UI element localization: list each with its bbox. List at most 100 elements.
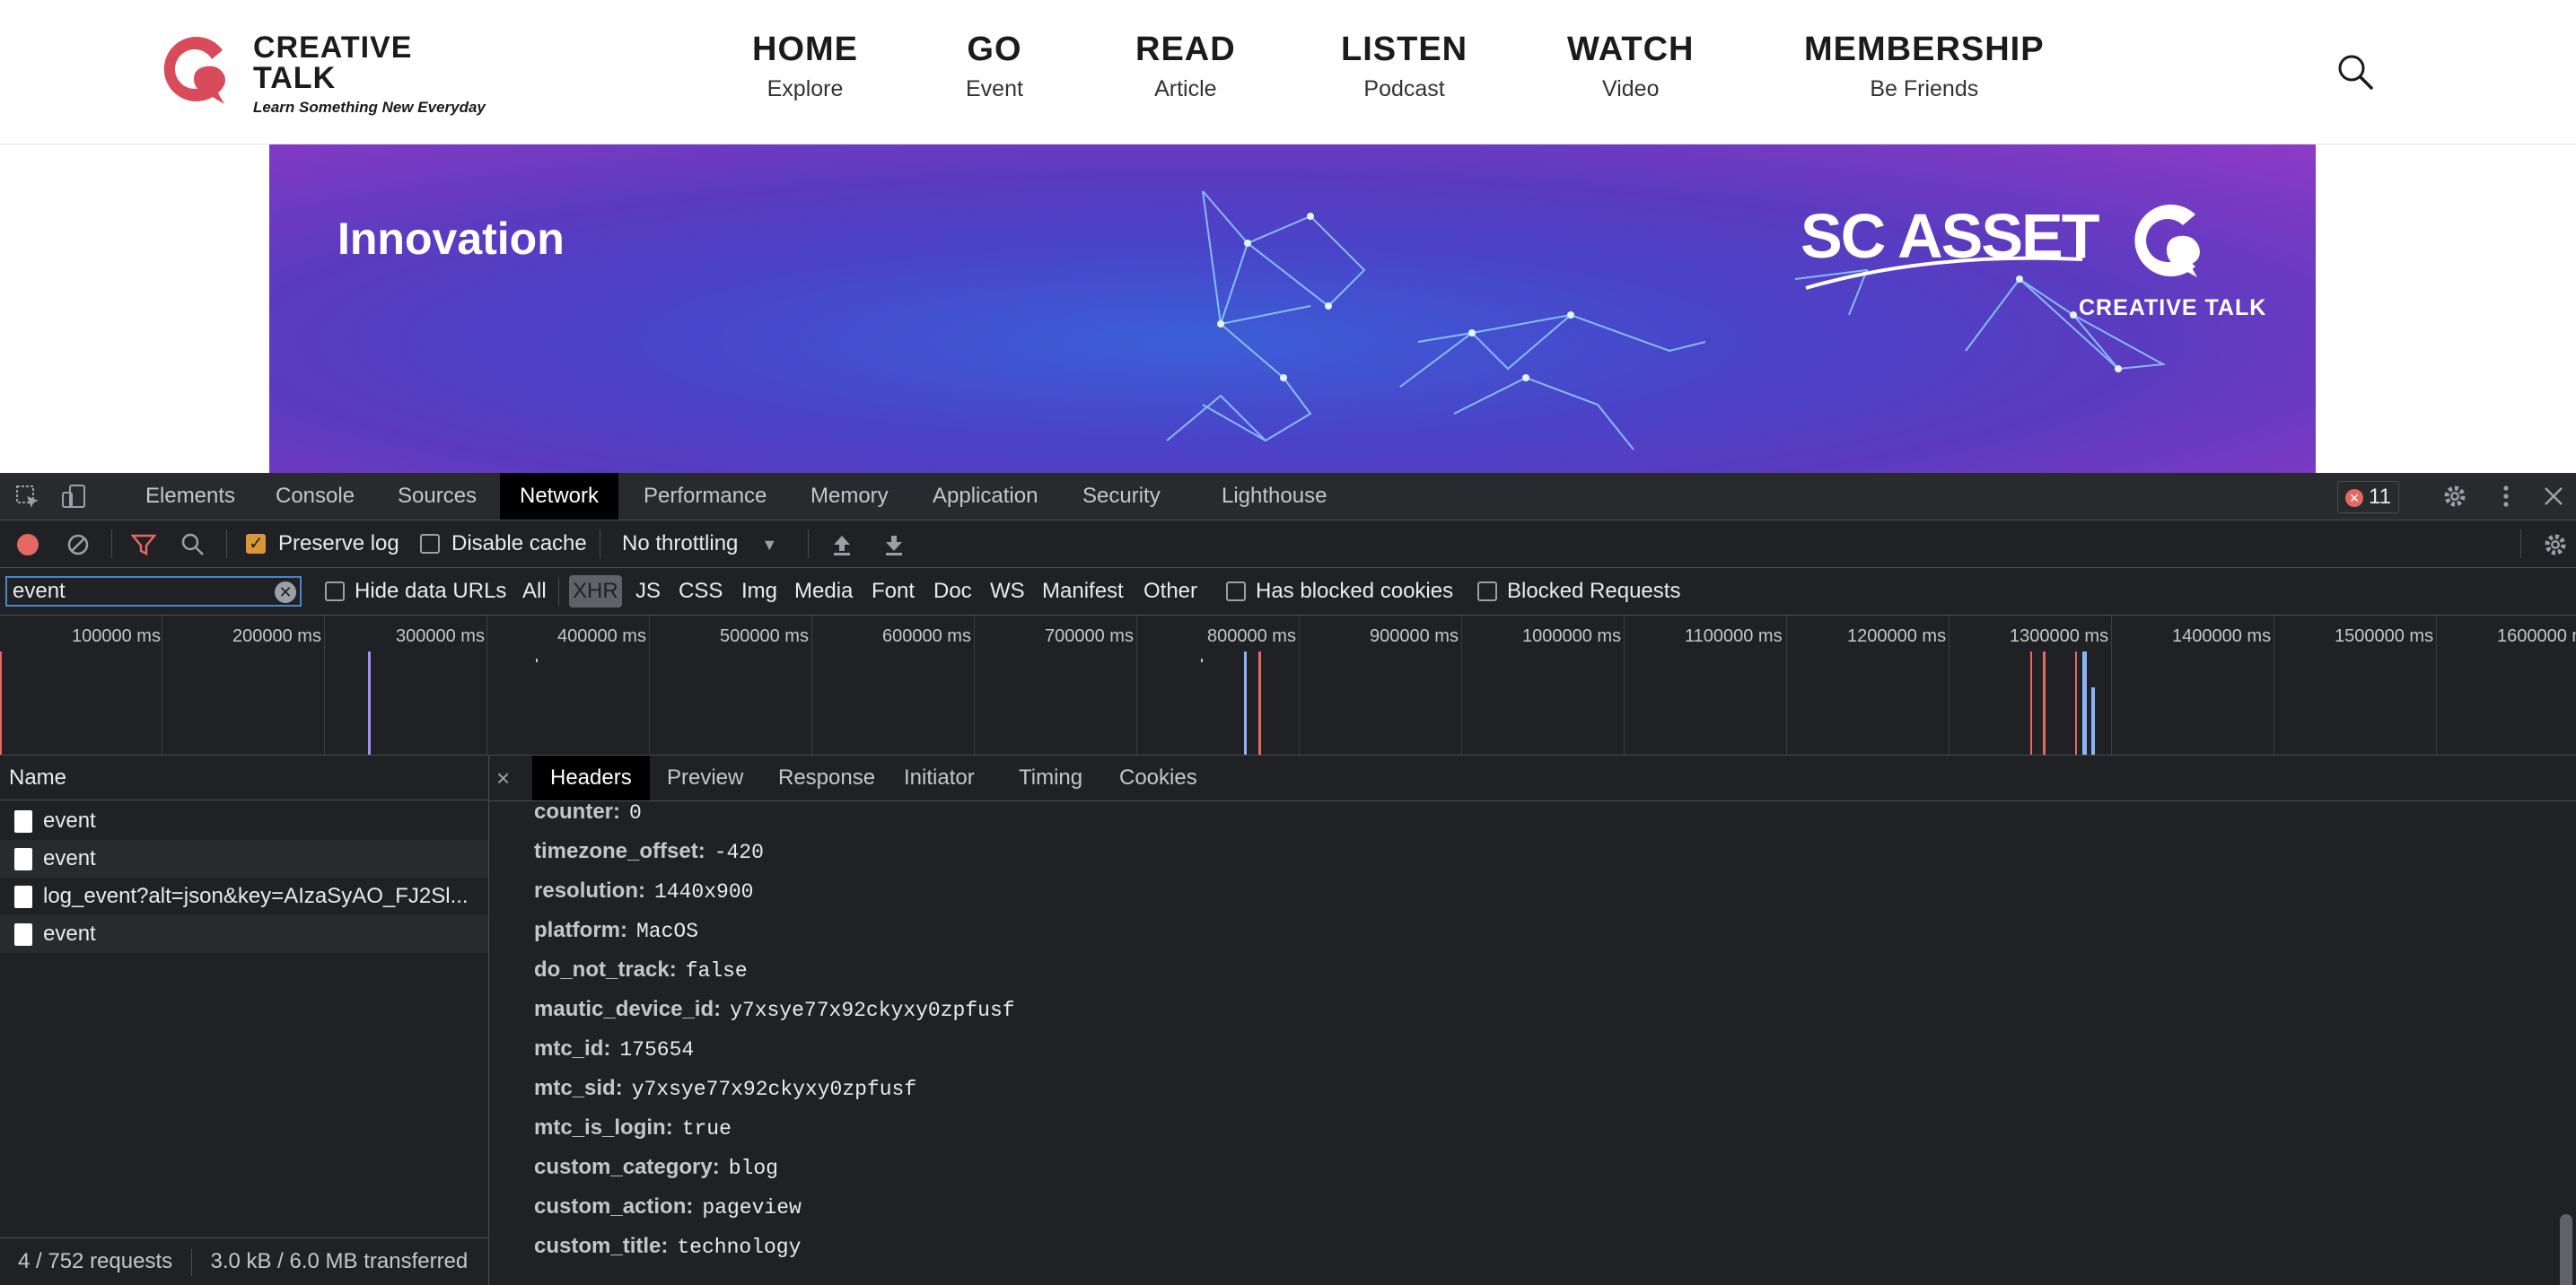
nav-item-membership[interactable]: MEMBERSHIP Be Friends bbox=[1804, 31, 2045, 102]
timeline-label: 1300000 ms bbox=[2010, 626, 2109, 646]
field-value: MacOS bbox=[636, 920, 699, 943]
export-har-icon[interactable] bbox=[883, 533, 905, 556]
nav-title: READ bbox=[1135, 31, 1236, 68]
tab-cookies[interactable]: Cookies bbox=[1101, 756, 1215, 800]
type-filter-media[interactable]: Media bbox=[794, 568, 853, 615]
field-key: mtc_id: bbox=[534, 1036, 611, 1061]
disable-cache-label: Disable cache bbox=[451, 531, 587, 555]
nav-item-go[interactable]: GO Event bbox=[966, 31, 1023, 102]
header-field: do_not_track: false bbox=[534, 950, 748, 990]
vertical-scrollbar[interactable] bbox=[2560, 1214, 2572, 1285]
tab-initiator[interactable]: Initiator bbox=[886, 756, 993, 800]
tab-performance[interactable]: Performance bbox=[624, 473, 786, 520]
request-row[interactable]: event bbox=[0, 802, 488, 840]
type-filter-other[interactable]: Other bbox=[1143, 568, 1197, 615]
hide-data-urls-label: Hide data URLs bbox=[355, 579, 507, 603]
device-toolbar-icon[interactable] bbox=[61, 484, 88, 511]
type-filter-xhr[interactable]: XHR bbox=[569, 575, 622, 608]
site-logo[interactable]: CREATIVE TALK Learn Something New Everyd… bbox=[153, 23, 530, 122]
request-row[interactable]: event bbox=[0, 915, 488, 953]
type-filter-ws[interactable]: WS bbox=[990, 568, 1025, 615]
search-icon[interactable] bbox=[181, 533, 205, 556]
field-key: custom_title: bbox=[534, 1234, 669, 1258]
type-filter-font[interactable]: Font bbox=[872, 568, 915, 615]
file-icon bbox=[14, 810, 32, 833]
clear-icon[interactable] bbox=[66, 533, 90, 556]
blocked-requests-checkbox[interactable] bbox=[1477, 581, 1497, 601]
error-count-badge[interactable]: ✕ 11 bbox=[2337, 481, 2399, 513]
inspect-element-icon[interactable] bbox=[14, 484, 41, 511]
tab-lighthouse[interactable]: Lighthouse bbox=[1202, 473, 1346, 520]
record-icon[interactable] bbox=[16, 533, 39, 556]
polygon-art-image bbox=[1166, 190, 2167, 450]
has-blocked-cookies-checkbox[interactable] bbox=[1226, 581, 1246, 601]
tab-headers[interactable]: Headers bbox=[532, 756, 650, 800]
nav-subtitle: Explore bbox=[767, 76, 844, 101]
type-filter-all[interactable]: All bbox=[522, 568, 547, 615]
tab-elements[interactable]: Elements bbox=[126, 473, 255, 520]
nav-item-listen[interactable]: LISTEN Podcast bbox=[1341, 31, 1468, 102]
name-column-header[interactable]: Name bbox=[0, 756, 488, 800]
tab-network[interactable]: Network bbox=[500, 473, 619, 520]
network-settings-gear-icon[interactable] bbox=[2542, 531, 2569, 558]
tab-sources[interactable]: Sources bbox=[378, 473, 496, 520]
field-value: technology bbox=[677, 1236, 802, 1259]
nav-title: MEMBERSHIP bbox=[1804, 31, 2045, 68]
timeline-label: 100000 ms bbox=[72, 626, 161, 646]
close-devtools-icon[interactable] bbox=[2542, 485, 2565, 508]
separator bbox=[558, 577, 559, 606]
clear-filter-icon[interactable]: ✕ bbox=[275, 581, 296, 603]
settings-gear-icon[interactable] bbox=[2441, 483, 2468, 510]
devtools-panel: Elements Console Sources Network Perform… bbox=[0, 473, 2576, 1285]
request-row[interactable]: event bbox=[0, 840, 488, 878]
filter-icon[interactable] bbox=[131, 533, 156, 556]
search-icon[interactable] bbox=[2335, 52, 2375, 92]
timeline-label: 700000 ms bbox=[1045, 626, 1134, 646]
hero-banner[interactable]: Innovation SC ASSET CREATIVE TALK bbox=[269, 144, 2316, 473]
filter-input[interactable]: event ✕ bbox=[5, 576, 302, 607]
field-value: pageview bbox=[702, 1196, 802, 1219]
disable-cache-checkbox[interactable] bbox=[420, 534, 440, 554]
timeline-label: 1600000 ms bbox=[2497, 626, 2576, 646]
field-value: y7xsye77x92ckyxy0zpfusf bbox=[730, 999, 1015, 1022]
nav-item-watch[interactable]: WATCH Video bbox=[1567, 31, 1695, 102]
hide-data-urls-checkbox[interactable] bbox=[325, 581, 345, 601]
throttling-value: No throttling bbox=[622, 531, 739, 555]
request-name: event bbox=[43, 922, 96, 946]
type-filter-js[interactable]: JS bbox=[635, 568, 661, 615]
more-options-icon[interactable] bbox=[2495, 483, 2517, 510]
type-filter-doc[interactable]: Doc bbox=[933, 568, 972, 615]
tab-memory[interactable]: Memory bbox=[791, 473, 908, 520]
nav-item-read[interactable]: READ Article bbox=[1135, 31, 1236, 102]
preserve-log-checkbox[interactable] bbox=[246, 532, 266, 555]
tab-security[interactable]: Security bbox=[1063, 473, 1180, 520]
type-filter-img[interactable]: Img bbox=[741, 568, 777, 615]
tab-preview[interactable]: Preview bbox=[649, 756, 761, 800]
badge-text: CREATIVE TALK bbox=[2079, 295, 2267, 320]
field-value: y7xsye77x92ckyxy0zpfusf bbox=[631, 1078, 917, 1101]
field-value: 1440x900 bbox=[654, 880, 754, 904]
type-filter-manifest[interactable]: Manifest bbox=[1042, 568, 1124, 615]
tab-response[interactable]: Response bbox=[760, 756, 893, 800]
nav-item-home[interactable]: HOME Explore bbox=[752, 31, 858, 102]
close-detail-icon[interactable]: × bbox=[496, 756, 510, 800]
timeline-label: 1400000 ms bbox=[2172, 626, 2272, 646]
timeline-label: 1000000 ms bbox=[1522, 626, 1622, 646]
header-field: platform: MacOS bbox=[534, 911, 698, 950]
request-name: event bbox=[43, 846, 96, 870]
import-har-icon[interactable] bbox=[831, 533, 853, 556]
request-row[interactable]: log_event?alt=json&key=AIzaSyAO_FJ2Sl... bbox=[0, 878, 488, 915]
throttling-select[interactable]: No throttling ▼ bbox=[622, 520, 777, 568]
banner-title: Innovation bbox=[337, 214, 565, 264]
header-field: custom_action: pageview bbox=[534, 1187, 802, 1227]
tab-timing[interactable]: Timing bbox=[1001, 756, 1100, 800]
separator bbox=[226, 529, 227, 558]
separator bbox=[2520, 529, 2521, 558]
timeline-request-marks bbox=[0, 651, 2095, 755]
type-filter-css[interactable]: CSS bbox=[679, 568, 723, 615]
network-overview-timeline[interactable]: 100000 ms 200000 ms 300000 ms 400000 ms … bbox=[0, 616, 2576, 756]
tab-console[interactable]: Console bbox=[256, 473, 374, 520]
nav-subtitle: Podcast bbox=[1363, 76, 1445, 101]
tab-application[interactable]: Application bbox=[913, 473, 1057, 520]
header-field: mtc_is_login: true bbox=[534, 1108, 732, 1148]
